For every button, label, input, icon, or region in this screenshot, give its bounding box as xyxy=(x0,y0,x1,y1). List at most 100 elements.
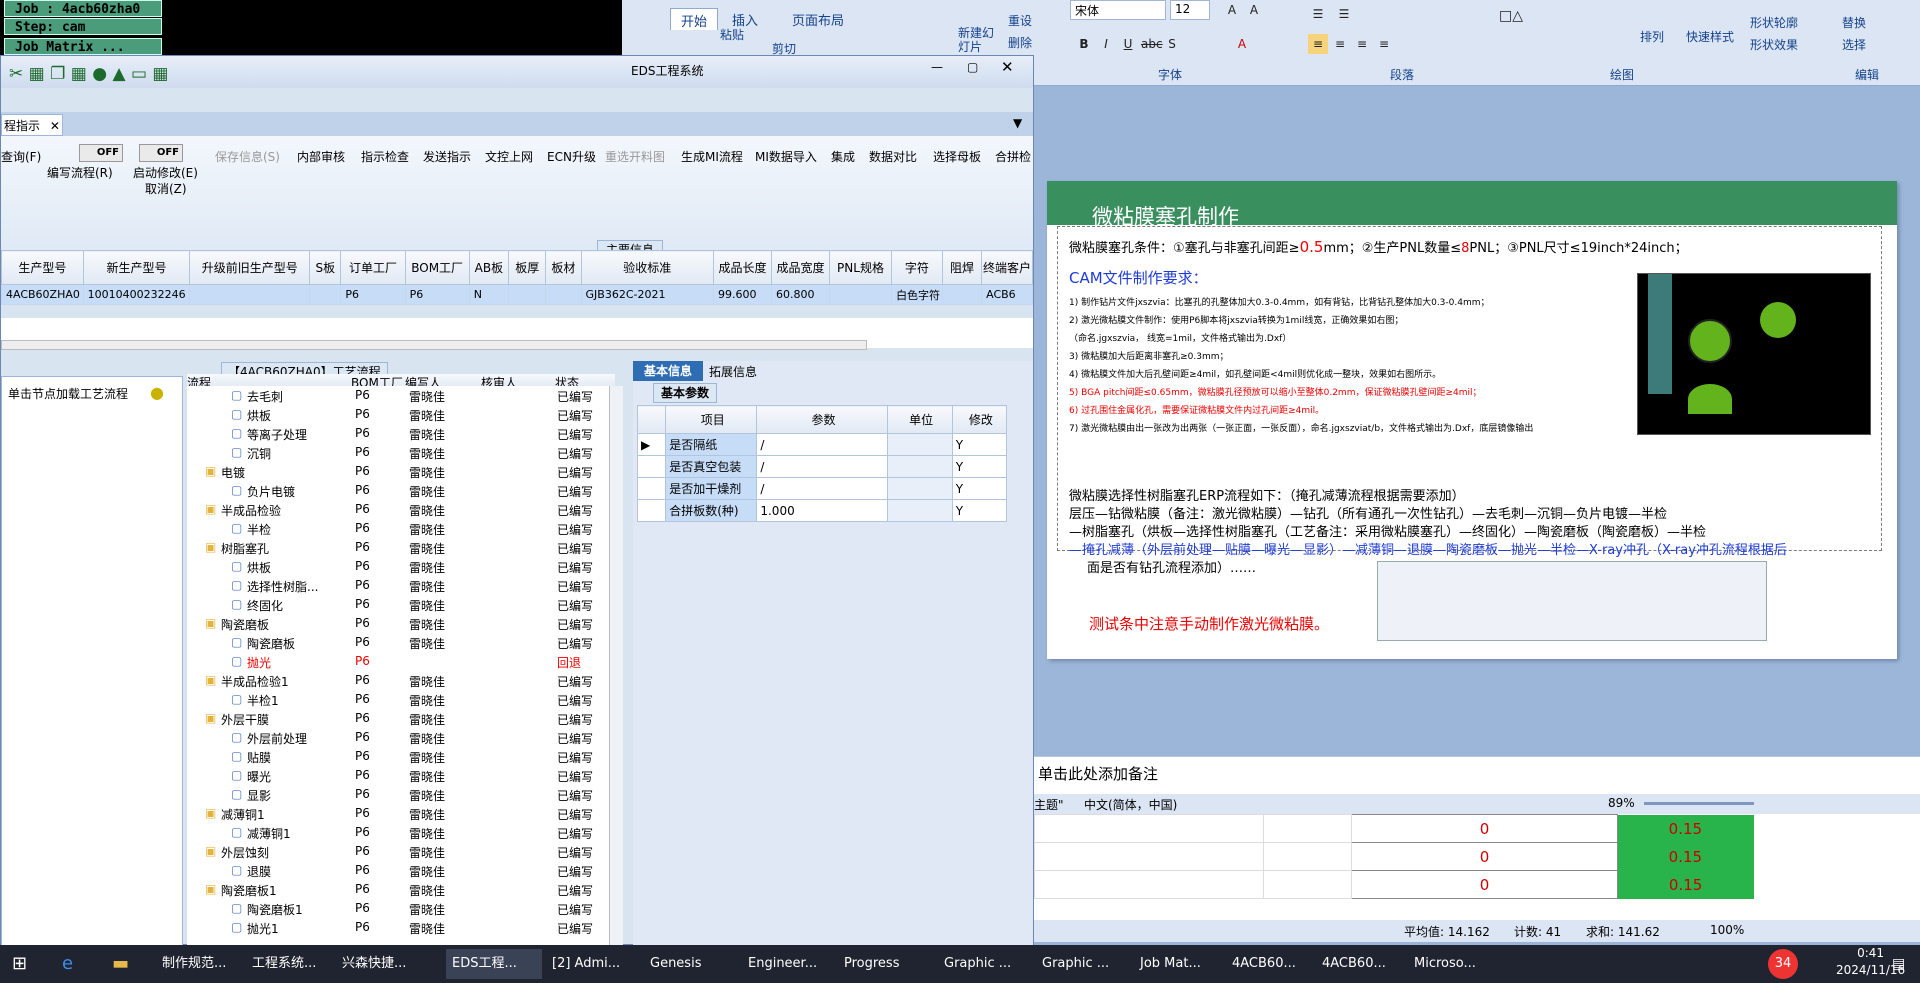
zoom-slider[interactable] xyxy=(1644,802,1754,805)
bold-icon[interactable]: B xyxy=(1074,34,1094,54)
notification-badge[interactable]: 34 xyxy=(1768,949,1798,979)
query-button[interactable]: 查询(F) xyxy=(1,148,41,165)
cell[interactable]: 10010400232246 xyxy=(82,284,191,305)
tab-extended-info[interactable]: 拓展信息 xyxy=(709,363,757,380)
cell[interactable]: 0.15 xyxy=(1617,814,1754,843)
arrange-button[interactable]: 排列 xyxy=(1640,28,1664,45)
col-header[interactable]: 终端客户 xyxy=(981,250,1033,285)
cell[interactable] xyxy=(545,284,582,305)
tree-row[interactable]: ▣ 半成品检验 P6 雷晓佳 已编写 xyxy=(187,500,615,519)
select-button[interactable]: 选择 xyxy=(1842,36,1866,53)
taskbar-item[interactable]: EDS工程... xyxy=(446,949,542,979)
col-header[interactable]: 板材 xyxy=(545,250,582,285)
font-size-select[interactable]: 12 xyxy=(1170,0,1210,20)
tree-row[interactable]: ▢ 抛光 P6 回退 xyxy=(187,652,615,671)
ie-icon[interactable]: e xyxy=(62,949,73,979)
tree-row[interactable]: ▣ 外层蚀刻 P6 雷晓佳 已编写 xyxy=(187,842,615,861)
tree-row[interactable]: ▢ 抛光1 P6 雷晓佳 已编写 xyxy=(187,918,615,937)
ecn-upgrade-button[interactable]: ECN升级 xyxy=(547,148,596,165)
cell[interactable]: 99.600 xyxy=(713,284,772,305)
font-name-select[interactable]: 宋体 xyxy=(1070,0,1166,20)
merge-check-button[interactable]: 合拼检 xyxy=(995,148,1031,165)
chevron-down-icon[interactable]: ▼ xyxy=(1013,116,1022,130)
col-header[interactable]: BOM工厂 xyxy=(404,250,470,285)
start-modify-button[interactable]: 启动修改(E) xyxy=(133,164,198,181)
justify-icon[interactable]: ≡ xyxy=(1374,34,1394,54)
table-row[interactable]: 4ACB60ZHA0 10010400232246 P6 P6 N GJB362… xyxy=(1,284,1033,305)
tree-row[interactable]: ▣ 陶瓷磨板1 P6 雷晓佳 已编写 xyxy=(187,880,615,899)
tree-row[interactable]: ▢ 沉铜 P6 雷晓佳 已编写 xyxy=(187,443,615,462)
edit-flow-button[interactable]: 编写流程(R) xyxy=(47,164,113,181)
tree-row[interactable]: ▢ 外层前处理 P6 雷晓佳 已编写 xyxy=(187,728,615,747)
taskbar-item[interactable]: 工程系统... xyxy=(246,949,332,979)
param-row[interactable]: 是否真空包装 / Y xyxy=(636,455,1008,478)
tree-row[interactable]: ▢ 退膜 P6 雷晓佳 已编写 xyxy=(187,861,615,880)
underline-icon[interactable]: U xyxy=(1118,34,1138,54)
tree-row[interactable]: ▢ 终固化 P6 雷晓佳 已编写 xyxy=(187,595,615,614)
cancel-button[interactable]: 取消(Z) xyxy=(145,180,187,197)
cell[interactable]: N xyxy=(468,284,510,305)
close-icon[interactable]: ✕ xyxy=(1001,58,1014,76)
shadow-icon[interactable]: S xyxy=(1162,34,1182,54)
col-header[interactable]: 新生产型号 xyxy=(82,250,191,285)
tab-basic-params[interactable]: 基本参数 xyxy=(653,383,717,403)
shape-fill-button[interactable]: 形状轮廓 xyxy=(1750,14,1798,31)
tree-row[interactable]: ▢ 显影 P6 雷晓佳 已编写 xyxy=(187,785,615,804)
taskbar-item[interactable]: Graphic ... xyxy=(1036,949,1130,979)
tab-basic-info[interactable]: 基本信息 xyxy=(633,361,703,381)
grow-font-icon[interactable]: A xyxy=(1222,0,1242,20)
cell[interactable]: 0 xyxy=(1351,814,1618,843)
font-color-icon[interactable]: A xyxy=(1232,34,1252,54)
taskbar-item[interactable]: 兴森快捷... xyxy=(336,949,442,979)
tree-row[interactable]: ▢ 半检 P6 雷晓佳 已编写 xyxy=(187,519,615,538)
left-tree-panel[interactable]: 单击节点加载工艺流程 ● xyxy=(1,376,183,946)
col-header[interactable]: 板厚 xyxy=(508,250,547,285)
generate-mi-button[interactable]: 生成MI流程 xyxy=(681,148,743,165)
italic-icon[interactable]: I xyxy=(1096,34,1116,54)
col-header[interactable]: S板 xyxy=(309,250,342,285)
paste-button[interactable]: 粘贴 xyxy=(720,26,744,43)
toolbar-icons[interactable]: ✂ ▦ ❐ ▦ ● ▲ ▭ ▦ xyxy=(9,64,168,84)
numbering-icon[interactable]: ☰ xyxy=(1334,4,1354,24)
taskbar-item[interactable]: Progress xyxy=(838,949,934,979)
align-right-icon[interactable]: ≡ xyxy=(1352,34,1372,54)
mi-import-button[interactable]: MI数据导入 xyxy=(755,148,817,165)
tree-row[interactable]: ▢ 烘板 P6 雷晓佳 已编写 xyxy=(187,557,615,576)
notes-pane[interactable]: 单击此处添加备注 xyxy=(1034,756,1920,794)
cell[interactable] xyxy=(189,284,311,305)
instruction-check-button[interactable]: 指示检查 xyxy=(361,148,409,165)
col-header[interactable]: AB板 xyxy=(468,250,510,285)
doc-upload-button[interactable]: 文控上网 xyxy=(485,148,533,165)
cell[interactable] xyxy=(508,284,547,305)
param-row[interactable]: ▶ 是否隔纸 / Y xyxy=(636,433,1008,456)
shrink-font-icon[interactable]: A xyxy=(1244,0,1264,20)
data-compare-button[interactable]: 数据对比 xyxy=(869,148,917,165)
job-matrix-button[interactable]: Job Matrix ... xyxy=(4,38,162,55)
tab-home[interactable]: 开始 xyxy=(670,8,719,30)
cell[interactable]: 0.15 xyxy=(1617,870,1754,899)
cell[interactable]: P6 xyxy=(404,284,470,305)
tree-row[interactable]: ▢ 去毛刺 P6 雷晓佳 已编写 xyxy=(187,386,615,405)
taskbar-item[interactable]: 制作规范... xyxy=(156,949,242,979)
tree-row[interactable]: ▢ 负片电镀 P6 雷晓佳 已编写 xyxy=(187,481,615,500)
tree-row[interactable]: ▣ 陶瓷磨板 P6 雷晓佳 已编写 xyxy=(187,614,615,633)
cell[interactable]: 4ACB60ZHA0 xyxy=(1,284,84,305)
save-info-button[interactable]: 保存信息(S) xyxy=(215,148,280,165)
cell[interactable]: 60.800 xyxy=(770,284,830,305)
replace-button[interactable]: 替换 xyxy=(1842,14,1866,31)
align-center-icon[interactable]: ≡ xyxy=(1330,34,1350,54)
col-header[interactable]: 验收标准 xyxy=(580,250,715,285)
new-slide-button[interactable]: 新建幻灯片 xyxy=(958,26,994,54)
tree-row[interactable]: ▣ 减薄铜1 P6 雷晓佳 已编写 xyxy=(187,804,615,823)
tree-row[interactable]: ▢ 烘板 P6 雷晓佳 已编写 xyxy=(187,405,615,424)
reset-button[interactable]: 重设 xyxy=(1008,12,1032,29)
col-header[interactable]: 生产型号 xyxy=(1,250,84,285)
cell[interactable]: 0.15 xyxy=(1617,842,1754,871)
tree-row[interactable]: ▢ 半检1 P6 雷晓佳 已编写 xyxy=(187,690,615,709)
cell[interactable] xyxy=(309,284,342,305)
tree-scrollbar[interactable] xyxy=(609,386,623,946)
cell[interactable]: GJB362C-2021 xyxy=(580,284,715,305)
taskbar-item[interactable]: Engineer... xyxy=(742,949,834,979)
shape-effect-button[interactable]: 形状效果 xyxy=(1750,36,1798,53)
notifications-icon[interactable]: ▤ xyxy=(1892,949,1905,979)
